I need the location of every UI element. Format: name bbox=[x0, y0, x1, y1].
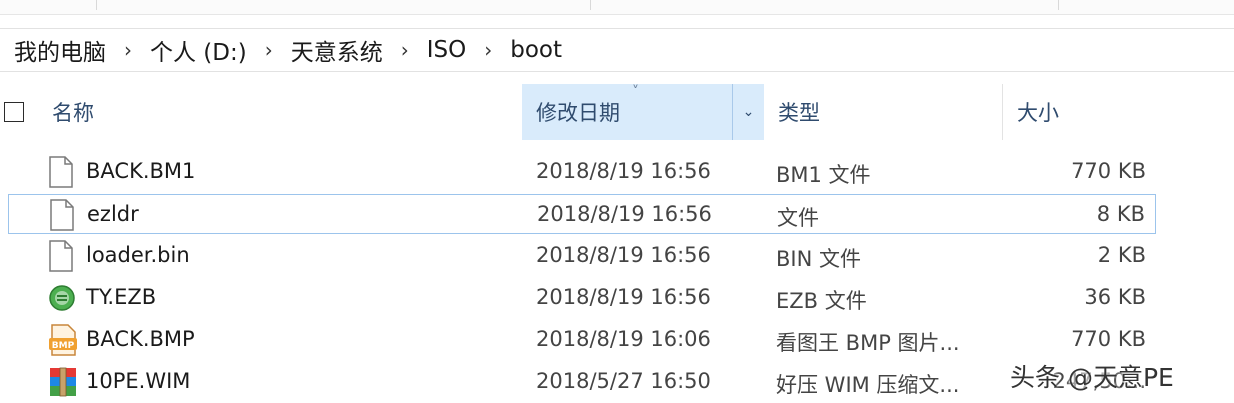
select-all-checkbox[interactable] bbox=[4, 102, 24, 122]
file-size: 36 KB bbox=[1084, 285, 1146, 309]
file-date: 2018/5/27 16:50 bbox=[536, 369, 711, 393]
file-row[interactable]: BMP BACK.BMP 2018/8/19 16:06 看图王 BMP 图片.… bbox=[8, 320, 1156, 360]
file-type: 文件 bbox=[777, 206, 819, 230]
generic-file-icon bbox=[48, 240, 74, 272]
breadcrumb-separator-icon[interactable]: › bbox=[251, 38, 287, 62]
watermark: 头条 @天意PE bbox=[1010, 363, 1174, 392]
file-name: BACK.BM1 bbox=[86, 159, 196, 183]
breadcrumb-separator-icon[interactable]: › bbox=[470, 38, 506, 62]
file-size: 8 KB bbox=[1096, 202, 1145, 226]
file-type: 看图王 BMP 图片... bbox=[776, 331, 960, 355]
archive-icon bbox=[48, 366, 76, 398]
file-type: EZB 文件 bbox=[776, 289, 867, 313]
file-date: 2018/8/19 16:56 bbox=[536, 243, 711, 267]
bmp-icon: BMP bbox=[48, 324, 77, 356]
file-name: loader.bin bbox=[86, 243, 190, 267]
file-date: 2018/8/19 16:56 bbox=[536, 285, 711, 309]
file-date: 2018/8/19 16:06 bbox=[536, 327, 711, 351]
ribbon-divider bbox=[1058, 0, 1059, 10]
file-row-focused[interactable]: ezldr 2018/8/19 16:56 文件 8 KB bbox=[8, 194, 1156, 234]
file-type: 好压 WIM 压缩文... bbox=[776, 373, 960, 397]
breadcrumb-separator-icon[interactable]: › bbox=[110, 38, 146, 62]
file-size: 2 KB bbox=[1097, 243, 1146, 267]
sort-descending-icon: ˅ bbox=[632, 84, 639, 100]
ezb-icon bbox=[48, 282, 75, 314]
breadcrumb: 我的电脑 › 个人 (D:) › 天意系统 › ISO › boot bbox=[0, 28, 1234, 72]
breadcrumb-separator-icon[interactable]: › bbox=[387, 38, 423, 62]
breadcrumb-item-drive-d[interactable]: 个人 (D:) bbox=[146, 33, 251, 67]
file-size: 770 KB bbox=[1071, 159, 1146, 183]
file-name: BACK.BMP bbox=[86, 327, 195, 351]
column-header-type[interactable]: 类型 bbox=[764, 84, 1002, 140]
ribbon-edge bbox=[0, 0, 1234, 15]
ribbon-divider bbox=[590, 0, 591, 10]
file-row[interactable]: TY.EZB 2018/8/19 16:56 EZB 文件 36 KB bbox=[8, 278, 1156, 318]
ribbon-divider bbox=[96, 0, 97, 10]
breadcrumb-item-iso[interactable]: ISO bbox=[423, 37, 471, 63]
file-type: BM1 文件 bbox=[776, 163, 871, 187]
column-header-name[interactable]: 名称 bbox=[38, 84, 522, 140]
file-date: 2018/8/19 16:56 bbox=[536, 159, 711, 183]
file-size: 770 KB bbox=[1071, 327, 1146, 351]
column-filter-dropdown-icon[interactable]: ⌄ bbox=[732, 84, 764, 140]
column-header-row: 名称 修改日期 ⌄ 类型 大小 ˅ bbox=[0, 84, 1234, 140]
svg-text:BMP: BMP bbox=[52, 341, 75, 351]
file-name: TY.EZB bbox=[86, 285, 157, 309]
breadcrumb-item-my-computer[interactable]: 我的电脑 bbox=[10, 33, 110, 67]
file-name: 10PE.WIM bbox=[86, 369, 191, 393]
file-date: 2018/8/19 16:56 bbox=[537, 202, 712, 226]
file-row[interactable]: BACK.BM1 2018/8/19 16:56 BM1 文件 770 KB bbox=[8, 152, 1156, 192]
column-header-date-modified[interactable]: 修改日期 bbox=[522, 84, 732, 140]
generic-file-icon bbox=[48, 156, 74, 188]
generic-file-icon bbox=[49, 199, 75, 231]
file-name: ezldr bbox=[87, 202, 139, 226]
file-type: BIN 文件 bbox=[776, 247, 861, 271]
breadcrumb-item-tianyi-system[interactable]: 天意系统 bbox=[287, 33, 387, 67]
file-row[interactable]: 10PE.WIM 2018/5/27 16:50 好压 WIM 压缩文... 2… bbox=[8, 362, 1156, 402]
column-header-size[interactable]: 大小 bbox=[1002, 84, 1152, 140]
breadcrumb-item-boot[interactable]: boot bbox=[506, 37, 566, 63]
file-row[interactable]: loader.bin 2018/8/19 16:56 BIN 文件 2 KB bbox=[8, 236, 1156, 276]
